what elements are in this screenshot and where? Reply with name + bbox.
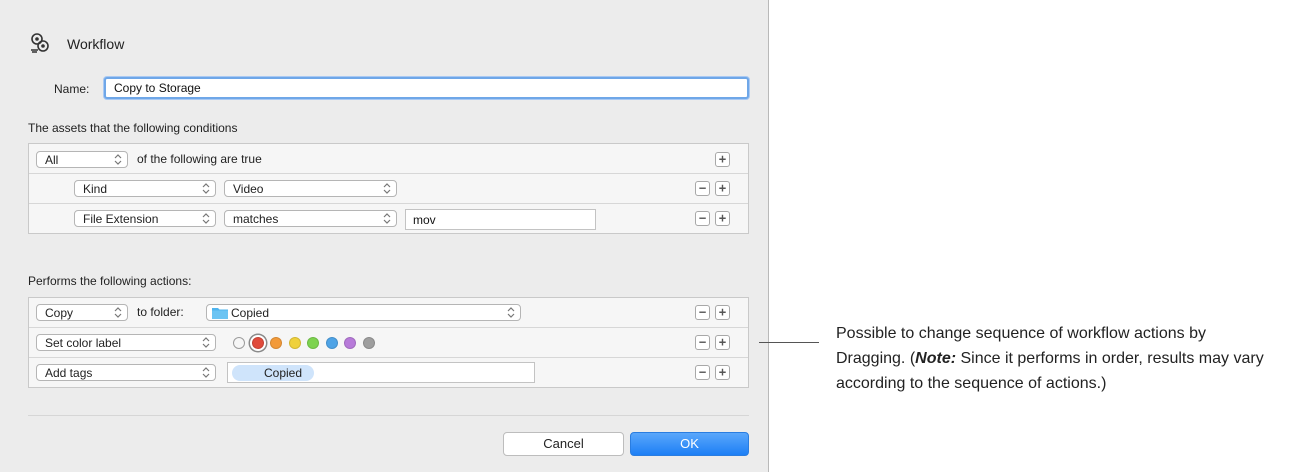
action-select[interactable]: Copy — [36, 304, 128, 321]
divider — [28, 415, 749, 416]
color-swatch[interactable] — [325, 337, 338, 349]
conditions-label: The assets that the following conditions — [28, 121, 238, 135]
action-select[interactable]: Set color label — [36, 334, 216, 351]
action-row-color[interactable]: Set color label − + — [29, 328, 748, 358]
color-swatch[interactable] — [344, 337, 356, 349]
add-condition-button[interactable]: + — [715, 181, 730, 196]
condition-row[interactable]: Kind Video − + — [29, 174, 748, 204]
conditions-box: All of the following are true + Kind Vid… — [28, 143, 749, 234]
folder-icon — [212, 308, 228, 319]
action-select[interactable]: Add tags — [36, 364, 216, 381]
dialog-title: Workflow — [67, 36, 125, 52]
workflow-dialog: Workflow Name: The assets that the follo… — [0, 0, 769, 472]
cancel-button[interactable]: Cancel — [503, 432, 624, 456]
match-suffix-label: of the following are true — [137, 152, 262, 166]
color-swatch[interactable] — [288, 337, 301, 349]
workflow-icon — [29, 32, 51, 54]
add-action-button[interactable]: + — [715, 305, 730, 320]
remove-action-button[interactable]: − — [695, 305, 710, 320]
condition-operator-select[interactable]: Video — [224, 180, 397, 197]
add-condition-button[interactable]: + — [715, 152, 730, 167]
action-row-copy[interactable]: Copy to folder: Copied − + — [29, 298, 748, 328]
chevron-updown-icon — [114, 154, 122, 165]
remove-condition-button[interactable]: − — [695, 211, 710, 226]
chevron-updown-icon — [383, 183, 391, 194]
condition-row[interactable]: File Extension matches mov − + — [29, 204, 748, 234]
chevron-updown-icon — [202, 337, 210, 348]
condition-field-select[interactable]: Kind — [74, 180, 216, 197]
remove-action-button[interactable]: − — [695, 335, 710, 350]
tags-input[interactable]: Copied — [227, 362, 535, 383]
remove-condition-button[interactable]: − — [695, 181, 710, 196]
chevron-updown-icon — [202, 367, 210, 378]
add-action-button[interactable]: + — [715, 335, 730, 350]
callout-line — [759, 342, 819, 343]
condition-header-row: All of the following are true + — [29, 144, 748, 174]
chevron-updown-icon — [383, 213, 391, 224]
note-label: Note: — [915, 350, 957, 367]
name-label: Name: — [54, 82, 90, 96]
tag-token[interactable]: Copied — [232, 365, 315, 381]
condition-field-select[interactable]: File Extension — [74, 210, 216, 227]
folder-select[interactable]: Copied — [206, 304, 521, 321]
chevron-updown-icon — [202, 183, 210, 194]
add-condition-button[interactable]: + — [715, 211, 730, 226]
chevron-updown-icon — [202, 213, 210, 224]
color-swatch[interactable] — [233, 337, 245, 349]
ok-button[interactable]: OK — [630, 432, 749, 456]
action-row-tags[interactable]: Add tags Copied − + — [29, 358, 748, 388]
condition-value-input[interactable]: mov — [405, 209, 596, 230]
callout-text: Possible to change sequence of workflow … — [836, 325, 1264, 392]
match-select[interactable]: All — [36, 151, 128, 168]
color-swatch[interactable] — [251, 337, 264, 349]
name-input[interactable] — [104, 77, 749, 99]
actions-label: Performs the following actions: — [28, 274, 192, 288]
color-swatch[interactable] — [270, 337, 282, 349]
to-folder-label: to folder: — [137, 305, 184, 319]
color-swatch[interactable] — [362, 337, 375, 349]
condition-operator-select[interactable]: matches — [224, 210, 397, 227]
actions-box: Copy to folder: Copied − + Set color lab… — [28, 297, 749, 388]
color-swatch[interactable] — [307, 337, 319, 349]
add-action-button[interactable]: + — [715, 365, 730, 380]
remove-action-button[interactable]: − — [695, 365, 710, 380]
chevron-updown-icon — [114, 307, 122, 318]
chevron-updown-icon — [507, 307, 515, 318]
